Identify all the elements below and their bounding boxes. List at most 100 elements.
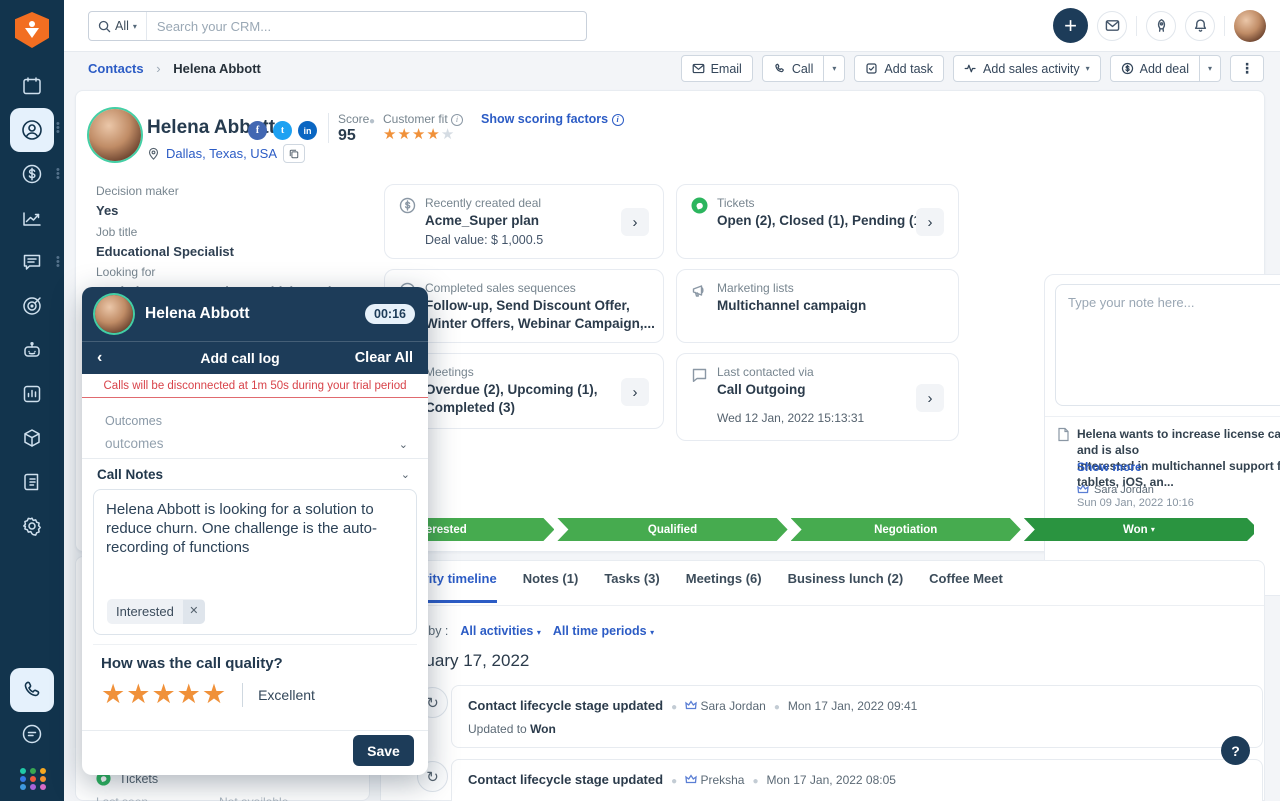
customer-fit-label: Customer fit i bbox=[383, 112, 464, 126]
search-scope-label: All bbox=[115, 19, 129, 33]
notes-panel: Helena wants to increase license capacit… bbox=[1044, 274, 1280, 596]
last-contacted-card[interactable]: Last contacted via Call Outgoing Wed 12 … bbox=[676, 353, 959, 441]
tab-meetings[interactable]: Meetings (6) bbox=[686, 571, 762, 603]
email-inbox-button[interactable] bbox=[1097, 10, 1127, 41]
divider bbox=[328, 113, 329, 143]
tab-notes[interactable]: Notes (1) bbox=[523, 571, 579, 603]
recent-deal-card[interactable]: Recently created deal Acme_Super plan De… bbox=[384, 184, 664, 259]
help-button[interactable]: ? bbox=[1221, 736, 1250, 765]
more-actions-button[interactable]: ⋮ bbox=[1230, 55, 1264, 82]
quick-add-button[interactable]: + bbox=[1053, 8, 1088, 43]
deals-icon[interactable] bbox=[20, 162, 44, 186]
freshworks-logo[interactable] bbox=[15, 12, 49, 48]
email-button[interactable]: Email bbox=[680, 55, 753, 82]
open-meetings-button[interactable]: › bbox=[621, 378, 649, 406]
chevron-down-icon: ⌄ bbox=[398, 439, 408, 451]
sidebar-item-contacts[interactable] bbox=[10, 108, 54, 152]
tab-tasks[interactable]: Tasks (3) bbox=[604, 571, 659, 603]
conversations-icon[interactable] bbox=[20, 250, 44, 274]
add-task-button[interactable]: Add task bbox=[854, 55, 945, 82]
megaphone-icon bbox=[691, 282, 708, 299]
bell-icon bbox=[1194, 19, 1206, 32]
quality-rating-text: Excellent bbox=[258, 686, 315, 703]
timeline-event[interactable]: Contact lifecycle stage updated ● Sara Jo… bbox=[451, 685, 1263, 748]
info-icon[interactable]: i bbox=[451, 113, 464, 126]
documents-icon[interactable] bbox=[20, 470, 44, 494]
add-sales-activity-button[interactable]: Add sales activity ▾ bbox=[953, 55, 1101, 82]
stage-won[interactable]: Won ▾ bbox=[1024, 518, 1254, 541]
divider bbox=[82, 458, 428, 459]
tab-business-lunch[interactable]: Business lunch (2) bbox=[788, 571, 904, 603]
tickets-card[interactable]: Tickets Open (2), Closed (1), Pending (1… bbox=[676, 184, 959, 259]
call-dropdown-button[interactable]: ▾ bbox=[824, 55, 846, 82]
whats-new-button[interactable] bbox=[1146, 10, 1176, 41]
phone-icon bbox=[775, 63, 784, 73]
call-log-widget: Helena Abbott 00:16 ‹ Add call log Clear… bbox=[82, 287, 428, 775]
envelope-icon bbox=[1105, 20, 1119, 31]
call-widget-header: Helena Abbott 00:16 bbox=[82, 287, 428, 341]
dot-separator: ● bbox=[369, 116, 376, 127]
copy-button[interactable] bbox=[283, 144, 306, 163]
contacts-kebab-icon[interactable]: • • • bbox=[56, 119, 60, 138]
open-conversations-button[interactable]: › bbox=[916, 384, 944, 412]
add-deal-dropdown-button[interactable]: ▾ bbox=[1199, 55, 1221, 82]
stage-negotiation[interactable]: Negotiation bbox=[791, 518, 1021, 541]
search-scope-dropdown[interactable]: All ▾ bbox=[89, 12, 147, 40]
clear-all-button[interactable]: Clear All bbox=[343, 350, 413, 366]
info-icon: i bbox=[611, 113, 624, 126]
calendar-icon[interactable] bbox=[20, 74, 44, 98]
show-more-link[interactable]: Show more bbox=[1077, 460, 1142, 474]
deals-kebab-icon[interactable]: • • • bbox=[56, 165, 60, 184]
goals-icon[interactable] bbox=[20, 294, 44, 318]
detail-job-title: Job title Educational Specialist bbox=[96, 225, 234, 259]
tab-coffee-meet[interactable]: Coffee Meet bbox=[929, 571, 1003, 603]
facebook-icon[interactable]: f bbox=[248, 121, 267, 140]
note-input[interactable] bbox=[1055, 284, 1280, 406]
twitter-icon[interactable]: t bbox=[273, 121, 292, 140]
contact-location[interactable]: Dallas, Texas, USA bbox=[166, 146, 277, 161]
notifications-button[interactable] bbox=[1185, 10, 1215, 41]
global-search[interactable]: All ▾ bbox=[88, 11, 587, 41]
linkedin-icon[interactable]: in bbox=[298, 121, 317, 140]
app-switcher-icon[interactable] bbox=[20, 768, 48, 790]
show-scoring-factors-link[interactable]: Show scoring factors i bbox=[481, 112, 624, 126]
add-deal-button[interactable]: Add deal bbox=[1109, 55, 1200, 82]
remove-tag-button[interactable]: ✕ bbox=[182, 599, 205, 624]
call-notes-input[interactable]: Helena Abbott is looking for a solution … bbox=[93, 489, 417, 635]
note-doc-icon bbox=[1058, 427, 1069, 442]
star-icon: ★ bbox=[151, 679, 177, 709]
chevron-down-icon: ▾ bbox=[132, 21, 137, 31]
pulse-icon bbox=[964, 64, 976, 73]
filter-activities-dropdown[interactable]: All activities ▾ bbox=[460, 624, 540, 638]
search-input[interactable] bbox=[146, 18, 586, 34]
save-button[interactable]: Save bbox=[353, 735, 414, 766]
reports-icon[interactable] bbox=[20, 382, 44, 406]
timeline-event[interactable]: Contact lifecycle stage updated ● Preksha… bbox=[451, 759, 1263, 801]
call-notes-label: Call Notes bbox=[97, 467, 164, 482]
analytics-icon[interactable] bbox=[20, 207, 44, 231]
call-quality-rating[interactable]: ★★★★★ Excellent bbox=[101, 679, 315, 710]
phone-widget-button[interactable] bbox=[10, 668, 54, 712]
divider bbox=[1045, 416, 1280, 417]
breadcrumb-contacts-link[interactable]: Contacts bbox=[88, 61, 144, 76]
settings-icon[interactable] bbox=[20, 514, 44, 538]
marketing-lists-card[interactable]: Marketing lists Multichannel campaign bbox=[676, 269, 959, 343]
topbar: All ▾ + bbox=[64, 0, 1280, 52]
bot-icon[interactable] bbox=[20, 339, 44, 363]
detail-decision-maker: Decision maker Yes bbox=[96, 184, 179, 218]
chat-widget-icon[interactable] bbox=[20, 722, 44, 746]
open-tickets-button[interactable]: › bbox=[916, 208, 944, 236]
products-icon[interactable] bbox=[20, 426, 44, 450]
user-avatar[interactable] bbox=[1234, 9, 1266, 42]
divider bbox=[82, 730, 428, 731]
back-chevron-icon[interactable]: ‹ bbox=[97, 349, 137, 367]
score-value: 95 bbox=[338, 127, 356, 144]
call-button[interactable]: Call bbox=[761, 55, 825, 82]
chevron-down-icon[interactable]: ⌄ bbox=[401, 468, 410, 481]
divider bbox=[381, 605, 1264, 606]
outcomes-select[interactable]: outcomes bbox=[105, 436, 164, 451]
stage-qualified[interactable]: Qualified bbox=[557, 518, 787, 541]
open-deal-button[interactable]: › bbox=[621, 208, 649, 236]
filter-periods-dropdown[interactable]: All time periods ▾ bbox=[553, 624, 654, 638]
conversations-kebab-icon[interactable]: • • • bbox=[56, 253, 60, 272]
